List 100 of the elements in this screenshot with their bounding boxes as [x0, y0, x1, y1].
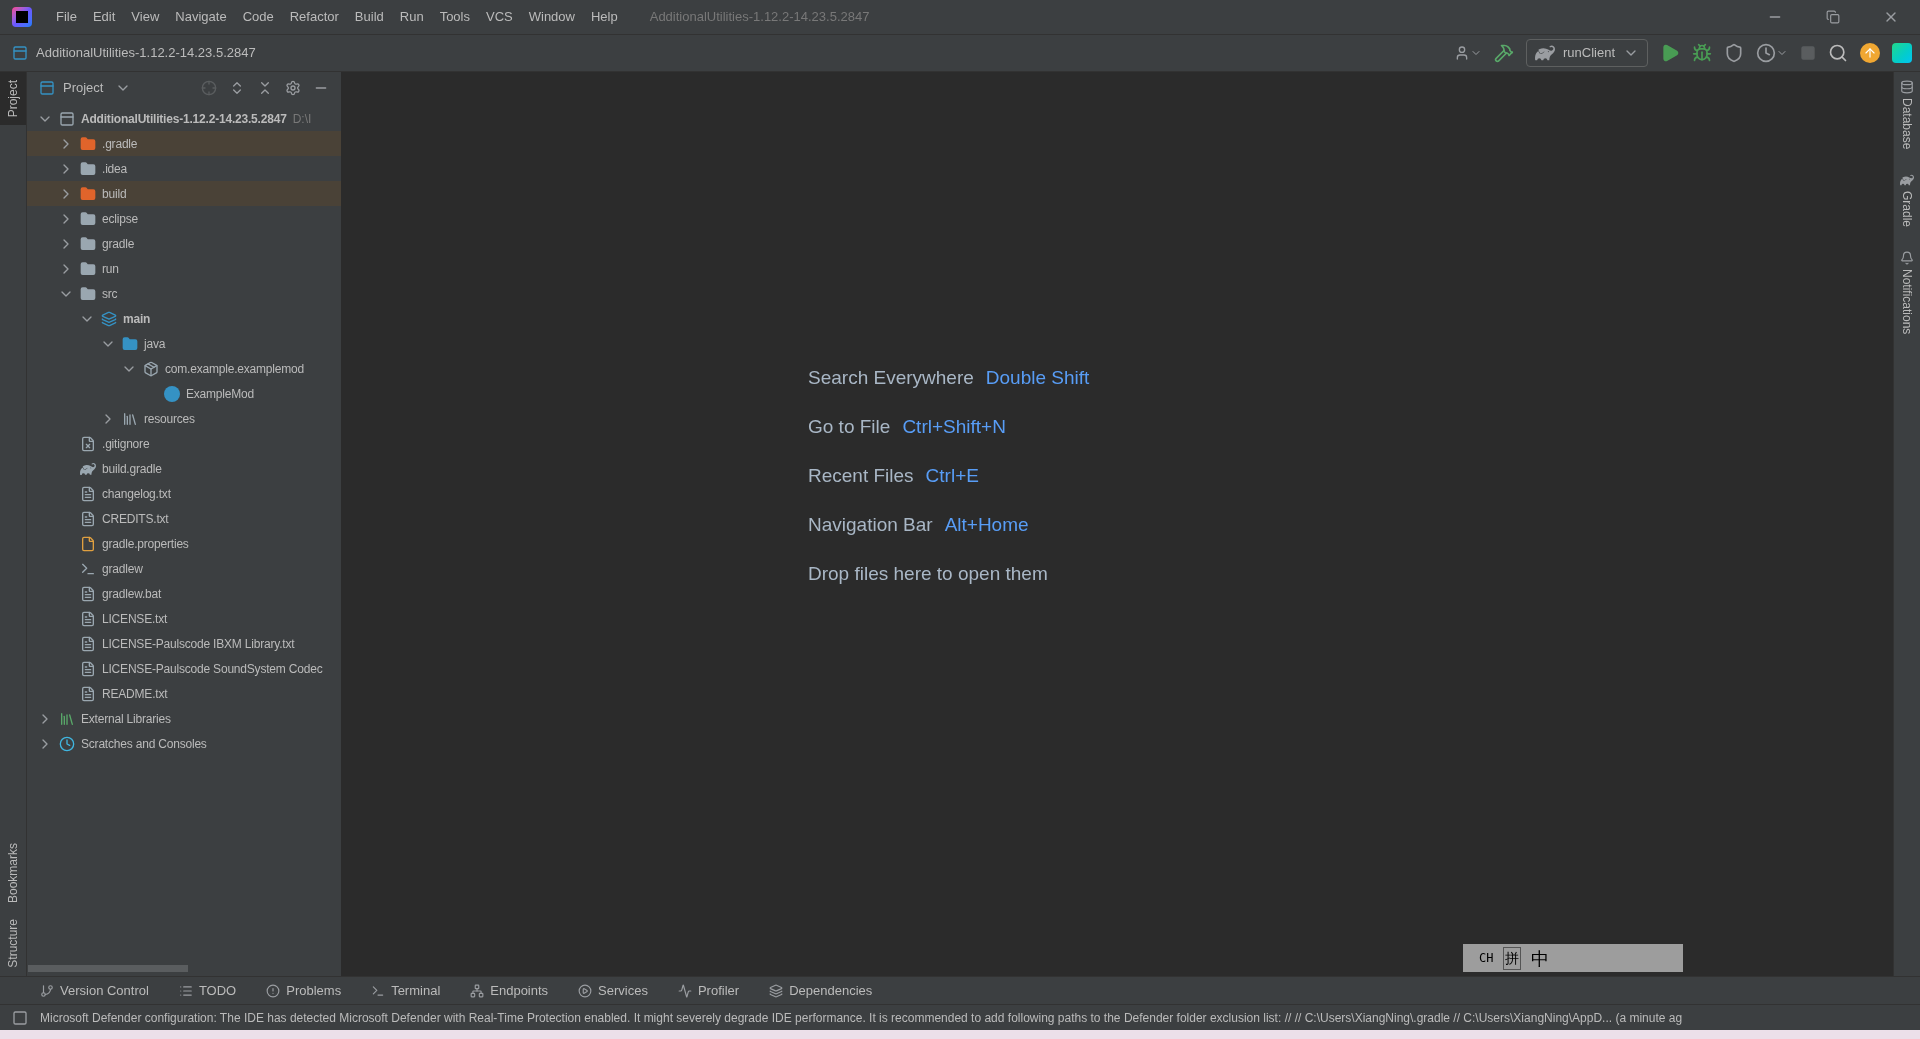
list-icon[interactable]	[178, 983, 193, 998]
folder-icon	[80, 135, 96, 152]
clock-icon[interactable]	[1756, 43, 1776, 63]
toolbox-icon[interactable]	[1892, 43, 1912, 63]
file-name: main	[123, 310, 151, 328]
scrollbar[interactable]	[28, 965, 188, 972]
search-icon[interactable]	[1828, 43, 1848, 63]
tree-row[interactable]: main	[27, 306, 341, 331]
tool-window-tab[interactable]: Database	[1898, 80, 1916, 150]
menu-item[interactable]: Navigate	[167, 7, 235, 27]
tool-window-button[interactable]: Endpoints	[490, 980, 549, 1001]
tree-row[interactable]: gradlew	[27, 556, 341, 581]
text-file-icon	[80, 635, 96, 652]
menu-item[interactable]: Refactor	[281, 7, 347, 27]
menu-item[interactable]: Window	[520, 7, 583, 27]
tool-window-button[interactable]: TODO	[198, 980, 237, 1001]
menu-item[interactable]: Code	[234, 7, 282, 27]
path-hint: D:\I	[292, 110, 312, 128]
layers-icon[interactable]	[769, 983, 784, 998]
alert-icon[interactable]	[266, 983, 281, 998]
menu-item[interactable]: Edit	[84, 7, 124, 27]
file-name: java	[144, 335, 166, 353]
menu-item[interactable]: Help	[582, 7, 626, 27]
tree-row[interactable]: resources	[27, 406, 341, 431]
terminal-icon[interactable]	[371, 983, 386, 998]
menu-item[interactable]: Tools	[431, 7, 478, 27]
tree-row[interactable]: ExampleMod	[27, 381, 341, 406]
tree-row[interactable]: LICENSE.txt	[27, 606, 341, 631]
tool-window-button[interactable]: Services	[598, 980, 648, 1001]
tree-row[interactable]: LICENSE-Paulscode IBXM Library.txt	[27, 631, 341, 656]
network-icon[interactable]	[470, 983, 485, 998]
panel-toggle-icon[interactable]	[12, 1009, 28, 1026]
menu-item[interactable]: View	[123, 7, 168, 27]
branch-icon[interactable]	[40, 983, 54, 998]
tree-row[interactable]: gradlew.bat	[27, 581, 341, 606]
tool-window-button[interactable]: Version Control	[60, 980, 149, 1001]
tree-row[interactable]: src	[27, 281, 341, 306]
package-icon	[143, 360, 159, 377]
menu-item[interactable]: VCS	[478, 7, 521, 27]
file-name: External Libraries	[81, 710, 171, 728]
tool-window-button[interactable]: Profiler	[697, 980, 740, 1001]
tree-row[interactable]: gradle	[27, 231, 341, 256]
tree-row[interactable]: .gradle	[27, 131, 341, 156]
run-configuration-dropdown[interactable]: runClient	[1525, 39, 1648, 67]
tree-row[interactable]: README.txt	[27, 681, 341, 706]
tree-row[interactable]: AdditionalUtilities-1.12.2-14.23.5.2847 D:\I	[27, 106, 341, 131]
file-name: .gradle	[102, 135, 138, 153]
tool-window-button[interactable]: Terminal	[391, 980, 441, 1001]
tool-window-tab[interactable]: Notifications	[1898, 251, 1916, 335]
tree-row[interactable]: .idea	[27, 156, 341, 181]
input-method-button[interactable]: 拼	[1503, 946, 1522, 970]
tree-row[interactable]: .gitignore	[27, 431, 341, 456]
tool-window-tab[interactable]: Structure	[0, 911, 26, 976]
tree-row[interactable]: External Libraries	[27, 706, 341, 731]
tree-row[interactable]: LICENSE-Paulscode SoundSystem Codec	[27, 656, 341, 681]
menu-item[interactable]: File	[48, 7, 85, 27]
tree-row[interactable]: build.gradle	[27, 456, 341, 481]
input-method-button[interactable]: CH	[1479, 949, 1494, 967]
menu-item[interactable]: Build	[346, 7, 392, 27]
tree-row[interactable]: run	[27, 256, 341, 281]
text-file-icon	[80, 585, 96, 602]
class-icon	[164, 385, 180, 402]
bell-icon	[1900, 251, 1914, 266]
settings-icon[interactable]	[285, 80, 301, 96]
folder-icon	[80, 210, 96, 227]
tree-row[interactable]: gradle.properties	[27, 531, 341, 556]
tree-row[interactable]: Scratches and Consoles	[27, 731, 341, 756]
text-file-icon	[80, 610, 96, 627]
file-name: com.example.examplemod	[165, 360, 304, 378]
input-method-button[interactable]: 中	[1531, 944, 1550, 972]
activity-icon[interactable]	[677, 983, 692, 998]
file-name: ExampleMod	[186, 385, 255, 403]
tool-window-button[interactable]: Dependencies	[789, 980, 873, 1001]
properties-file-icon	[80, 535, 96, 552]
bug-icon[interactable]	[1692, 43, 1712, 63]
app-logo-icon	[12, 7, 32, 27]
shield-icon[interactable]	[1724, 43, 1744, 63]
tree-row[interactable]: com.example.examplemod	[27, 356, 341, 381]
update-icon[interactable]	[1860, 43, 1880, 63]
view-selector[interactable]: Project	[63, 78, 104, 98]
tool-window-button[interactable]: Problems	[286, 980, 342, 1001]
tool-window-tab[interactable]: Project	[0, 72, 26, 126]
restore-icon[interactable]	[1826, 10, 1840, 24]
tree-row[interactable]: changelog.txt	[27, 481, 341, 506]
tool-window-tab[interactable]: Gradle	[1898, 173, 1916, 228]
file-name: eclipse	[102, 210, 138, 228]
tree-row[interactable]: build	[27, 181, 341, 206]
breadcrumb[interactable]: AdditionalUtilities-1.12.2-14.23.5.2847	[36, 43, 256, 63]
libraries-icon	[59, 710, 75, 727]
tree-row[interactable]: eclipse	[27, 206, 341, 231]
hammer-icon[interactable]	[1493, 43, 1514, 63]
play-icon[interactable]	[1660, 43, 1680, 63]
tree-row[interactable]: CREDITS.txt	[27, 506, 341, 531]
file-name: gradlew	[102, 560, 143, 578]
text-file-icon	[80, 685, 96, 702]
menu-item[interactable]: Run	[391, 7, 432, 27]
tree-row[interactable]: java	[27, 331, 341, 356]
shortcut: Double Shift	[985, 366, 1090, 391]
play-icon[interactable]	[578, 983, 593, 998]
tool-window-tab[interactable]: Bookmarks	[0, 835, 26, 912]
